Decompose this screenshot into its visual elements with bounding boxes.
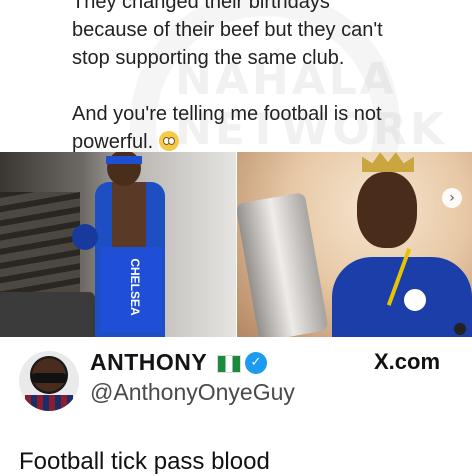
x-com-logo[interactable]: X.com — [374, 349, 440, 375]
trophy-shape — [237, 191, 329, 337]
crown-icon — [362, 152, 414, 172]
post-line: They changed their birthdays — [72, 0, 330, 13]
head-shape — [357, 172, 417, 248]
chest-shape — [112, 182, 146, 252]
ball-shape — [72, 224, 98, 250]
author-name[interactable]: ANTHONY — [90, 349, 207, 376]
flushed-face-icon — [158, 131, 179, 151]
nigeria-flag-icon — [217, 355, 241, 373]
corner-icon — [454, 323, 466, 335]
sofa-shape — [0, 292, 95, 337]
photo-left[interactable]: CHELSEA — [0, 152, 236, 337]
chelsea-towel: CHELSEA — [100, 247, 162, 332]
post-line: because of their beef but they can't — [72, 19, 383, 41]
staircase-shape — [0, 192, 80, 292]
author-card: ANTHONY ✓ @AnthonyOnyeGuy X.com Football… — [0, 337, 472, 475]
post-line-text: powerful. — [72, 131, 154, 153]
tweet-text: Football tick pass blood — [19, 448, 270, 475]
avatar[interactable] — [19, 351, 79, 411]
photo-right[interactable]: › — [237, 152, 472, 337]
sunglasses-shape — [31, 373, 67, 383]
post-body: They changed their birthdays because of … — [72, 0, 432, 156]
author-handle[interactable]: @AnthonyOnyeGuy — [90, 379, 295, 406]
jersey-shape — [25, 395, 73, 411]
towel-text: CHELSEA — [128, 258, 142, 316]
post-line: stop supporting the same club. — [72, 47, 345, 69]
post-line: And you're telling me football is not — [72, 103, 382, 125]
verified-badge-icon: ✓ — [245, 352, 267, 374]
photo-carousel[interactable]: CHELSEA › — [0, 152, 472, 337]
headband-shape — [106, 156, 142, 164]
club-badge-icon — [402, 287, 428, 313]
next-photo-button[interactable]: › — [442, 188, 462, 208]
